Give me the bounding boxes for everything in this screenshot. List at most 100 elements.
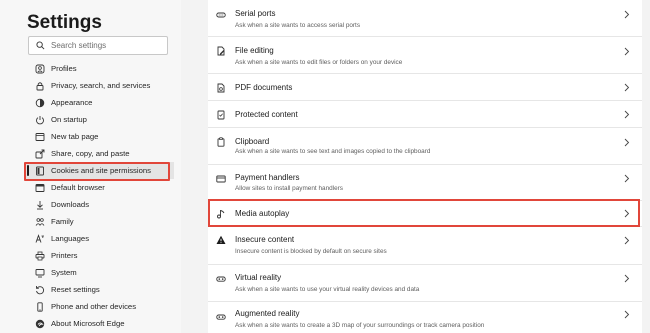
permission-row-payment-handlers[interactable]: Payment handlers Allow sites to install … [208,165,642,201]
sidebar-item-label: Default browser [51,183,105,192]
sidebar-item-cookies[interactable]: Cookies and site permissions [26,162,174,179]
permission-row-virtual-reality[interactable]: Virtual reality Ask when a site wants to… [208,265,642,302]
chevron-right-icon [624,174,630,183]
site-permissions-list: Serial ports Ask when a site wants to ac… [208,0,650,333]
sidebar-item-label: Privacy, search, and services [51,81,151,90]
share-icon [35,149,45,159]
sidebar-item-label: Share, copy, and paste [51,149,130,158]
sidebar-item-on-startup[interactable]: On startup [26,111,174,128]
permission-description: Ask when a site wants to create a 3D map… [235,322,485,329]
lock-icon [35,81,45,91]
chevron-right-icon [624,110,630,119]
sidebar-item-printers[interactable]: Printers [26,247,174,264]
permission-title: Insecure content [235,235,295,244]
download-icon [35,200,45,210]
permission-row-file-editing[interactable]: File editing Ask when a site wants to ed… [208,37,642,74]
permission-title: File editing [235,46,274,55]
sidebar-divider [181,0,208,333]
permission-row-media-autoplay[interactable]: Media autoplay [208,201,642,227]
chevron-right-icon [624,236,630,245]
family-icon [35,217,45,227]
chevron-right-icon [624,47,630,56]
sidebar-item-label: Downloads [51,200,90,209]
reset-icon [35,285,45,295]
sidebar-item-about[interactable]: About Microsoft Edge [26,315,174,332]
page-title: Settings [27,12,102,33]
serial-port-icon [216,12,226,18]
profile-icon [35,64,45,74]
sidebar-item-share[interactable]: Share, copy, and paste [26,145,174,162]
sidebar-item-new-tab[interactable]: New tab page [26,128,174,145]
chevron-right-icon [624,10,630,19]
permission-description: Ask when a site wants to edit files or f… [235,59,403,66]
sidebar-item-label: Family [51,217,74,226]
search-icon [36,41,45,50]
permission-description: Ask when a site wants to use your virtua… [235,286,420,293]
vr-icon [216,276,226,282]
permission-description: Ask when a site wants to access serial p… [235,22,361,29]
permission-title: Media autoplay [235,209,290,218]
edge-icon [35,319,45,329]
language-icon [35,233,45,244]
sidebar-item-privacy[interactable]: Privacy, search, and services [26,77,174,94]
permission-title: Payment handlers [235,173,300,182]
permission-title: Augmented reality [235,309,300,318]
sidebar-item-label: About Microsoft Edge [51,319,125,328]
sidebar-item-label: Cookies and site permissions [51,166,151,175]
protected-content-icon [217,110,225,120]
sidebar-item-label: Printers [51,251,78,260]
sidebar-item-label: On startup [51,115,87,124]
permission-row-insecure-content[interactable]: Insecure content Insecure content is blo… [208,227,642,265]
chevron-right-icon [624,209,630,218]
sidebar-nav: Profiles Privacy, search, and services A… [26,60,174,332]
search-input[interactable] [51,38,161,53]
sidebar-item-label: Phone and other devices [51,302,137,311]
permission-description: Insecure content is blocked by default o… [235,248,387,255]
printer-icon [35,251,45,261]
sidebar-item-label: System [51,268,77,277]
permission-title: Clipboard [235,137,270,146]
sidebar-item-label: Appearance [51,98,93,107]
permission-row-clipboard[interactable]: Clipboard Ask when a site wants to see t… [208,128,642,165]
new-tab-icon [35,132,45,142]
permission-description: Allow sites to install payment handlers [235,185,343,192]
permission-row-serial-ports[interactable]: Serial ports Ask when a site wants to ac… [208,0,642,37]
sidebar-item-profiles[interactable]: Profiles [26,60,174,77]
site-permissions-icon [35,166,45,176]
clipboard-icon [217,137,225,147]
chevron-right-icon [624,274,630,283]
sidebar-item-languages[interactable]: Languages [26,230,174,247]
appearance-icon [35,98,45,108]
chevron-right-icon [624,83,630,92]
permission-title: Virtual reality [235,273,282,282]
media-autoplay-icon [217,209,225,219]
permission-description: Ask when a site wants to see text and im… [235,148,431,155]
sidebar-item-label: New tab page [51,132,99,141]
ar-icon [216,314,226,320]
permission-title: Protected content [235,110,298,119]
permission-title: PDF documents [235,83,293,92]
payment-icon [216,175,226,183]
permission-row-augmented-reality[interactable]: Augmented reality Ask when a site wants … [208,302,642,333]
sidebar-item-default-browser[interactable]: Default browser [26,179,174,196]
sidebar-item-family[interactable]: Family [26,213,174,230]
sidebar-item-system[interactable]: System [26,264,174,281]
search-box[interactable] [28,36,168,55]
sidebar-item-label: Languages [51,234,90,243]
permission-row-protected-content[interactable]: Protected content [208,101,642,128]
chevron-right-icon [624,138,630,147]
sidebar-item-label: Profiles [51,64,77,73]
browser-icon [35,183,45,193]
pdf-icon [217,83,225,93]
system-icon [35,268,45,278]
sidebar-item-reset[interactable]: Reset settings [26,281,174,298]
permission-row-pdf-documents[interactable]: PDF documents [208,74,642,101]
power-icon [35,115,45,125]
settings-sidebar: Settings Profiles Privacy, search, and s… [0,0,181,333]
file-edit-icon [217,46,225,56]
sidebar-item-downloads[interactable]: Downloads [26,196,174,213]
sidebar-item-phone[interactable]: Phone and other devices [26,298,174,315]
phone-icon [35,301,45,312]
sidebar-item-appearance[interactable]: Appearance [26,94,174,111]
warning-icon [216,235,226,244]
